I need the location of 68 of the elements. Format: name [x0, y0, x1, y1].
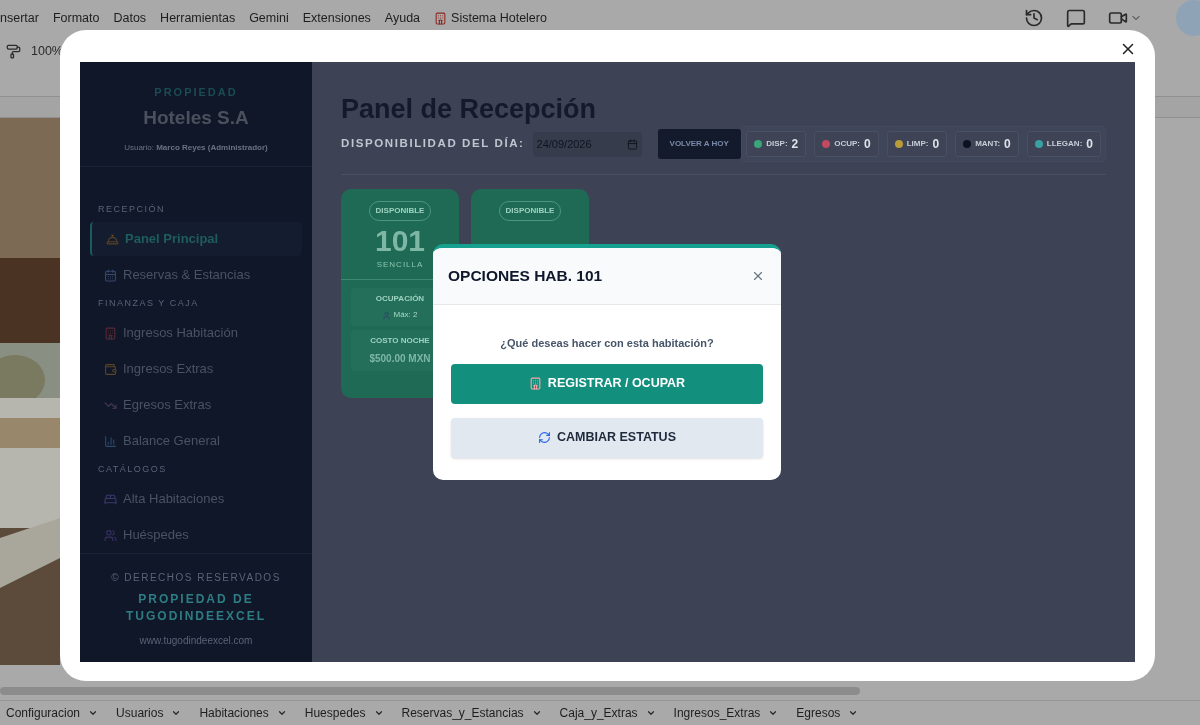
room-number: 101 — [374, 223, 426, 259]
modal-prompt: ¿Qué deseas hacer con esta habitación? — [500, 336, 714, 352]
sheet-tab[interactable]: Egresos — [796, 704, 841, 722]
copyright-text: © DERECHOS RESERVADOS — [111, 571, 281, 585]
section-label: FINANZAS Y CAJA — [97, 297, 200, 311]
paint-format-icon[interactable] — [6, 43, 21, 59]
hotel-icon — [434, 11, 448, 25]
comment-icon[interactable] — [1066, 8, 1086, 28]
sheet-tab[interactable]: Usuarios — [116, 704, 164, 722]
owner-text: PROPIEDAD DE TUGODINDEEXCEL — [125, 591, 267, 625]
menu-item[interactable]: Datos — [113, 8, 147, 28]
occupancy-value: Máx: 2 — [393, 309, 418, 321]
stat-value: 0 — [932, 136, 940, 153]
menu-item[interactable]: Formato — [52, 8, 100, 28]
action-button[interactable]: CAMBIAR ESTATUS — [451, 417, 763, 458]
stat-label: LLEGAN: — [1046, 138, 1083, 150]
history-icon[interactable] — [1024, 8, 1044, 28]
caret-icon[interactable] — [373, 708, 384, 718]
refresh-icon — [538, 431, 551, 444]
sheet-tab[interactable]: Reservas_y_Estancias — [401, 704, 524, 722]
stat-label: LIMP: — [906, 138, 929, 150]
nav-icon — [104, 326, 117, 340]
sheet-tab[interactable]: Huespedes — [304, 704, 366, 722]
menu-item[interactable]: Extensiones — [302, 8, 371, 28]
stat-value: 0 — [1086, 136, 1093, 153]
caret-icon[interactable] — [88, 708, 99, 718]
section-label: RECEPCIÓN — [97, 203, 166, 217]
caret-icon[interactable] — [768, 708, 779, 718]
menu-item[interactable]: Ayuda — [384, 8, 421, 28]
menu-item[interactable]: nsertar — [0, 8, 39, 28]
stat-label: DISP: — [766, 138, 788, 150]
date-label: DISPONIBILIDAD DEL DÍA: — [341, 136, 525, 152]
property-name: Hoteles S.A — [143, 105, 249, 130]
caret-icon[interactable] — [645, 708, 656, 718]
room-type: SENCILLA — [376, 259, 424, 271]
today-button[interactable]: VOLVER A HOY — [657, 129, 741, 159]
menu-item[interactable]: Sistema Hotelero — [451, 8, 547, 28]
nav-icon — [106, 232, 119, 246]
nav-icon — [104, 492, 117, 506]
caret-icon[interactable] — [848, 708, 859, 718]
caret-icon[interactable] — [276, 708, 287, 718]
nav-icon — [104, 268, 117, 282]
nav-icon — [104, 362, 117, 376]
stat-value: 2 — [791, 136, 799, 153]
stat-value: 0 — [864, 136, 871, 153]
price-value: $500.00 MXN — [369, 352, 431, 366]
menu-item[interactable]: Herramientas — [160, 8, 236, 28]
close-icon — [751, 269, 765, 283]
scrollbar[interactable] — [0, 686, 860, 695]
stat-value: 0 — [1004, 136, 1011, 153]
person-icon — [382, 310, 392, 320]
section-label: CATÁLOGOS — [97, 463, 168, 477]
action-button[interactable]: REGISTRAR / OCUPAR — [451, 363, 763, 404]
sheet-tab[interactable]: Ingresos_Extras — [673, 704, 761, 722]
caret-icon[interactable] — [531, 708, 542, 718]
stat-label: MANT: — [975, 138, 1001, 150]
menu-item[interactable]: Gemini — [249, 8, 289, 28]
sheet-tab[interactable]: Configuracion — [6, 704, 81, 722]
sheet-tab[interactable]: Habitaciones — [199, 704, 269, 722]
caret-icon[interactable] — [171, 708, 182, 718]
user-info: Usuario: Marco Reyes (Administrador) — [124, 142, 268, 154]
nav-icon — [104, 434, 117, 448]
occupancy-label: OCUPACIÓN — [375, 293, 425, 305]
stat-label: OCUP: — [834, 138, 860, 150]
nav-icon — [104, 528, 117, 542]
hotel-icon — [528, 377, 542, 390]
sheet-tab[interactable]: Caja_y_Extras — [559, 704, 638, 722]
price-label: COSTO NOCHE — [370, 335, 430, 347]
